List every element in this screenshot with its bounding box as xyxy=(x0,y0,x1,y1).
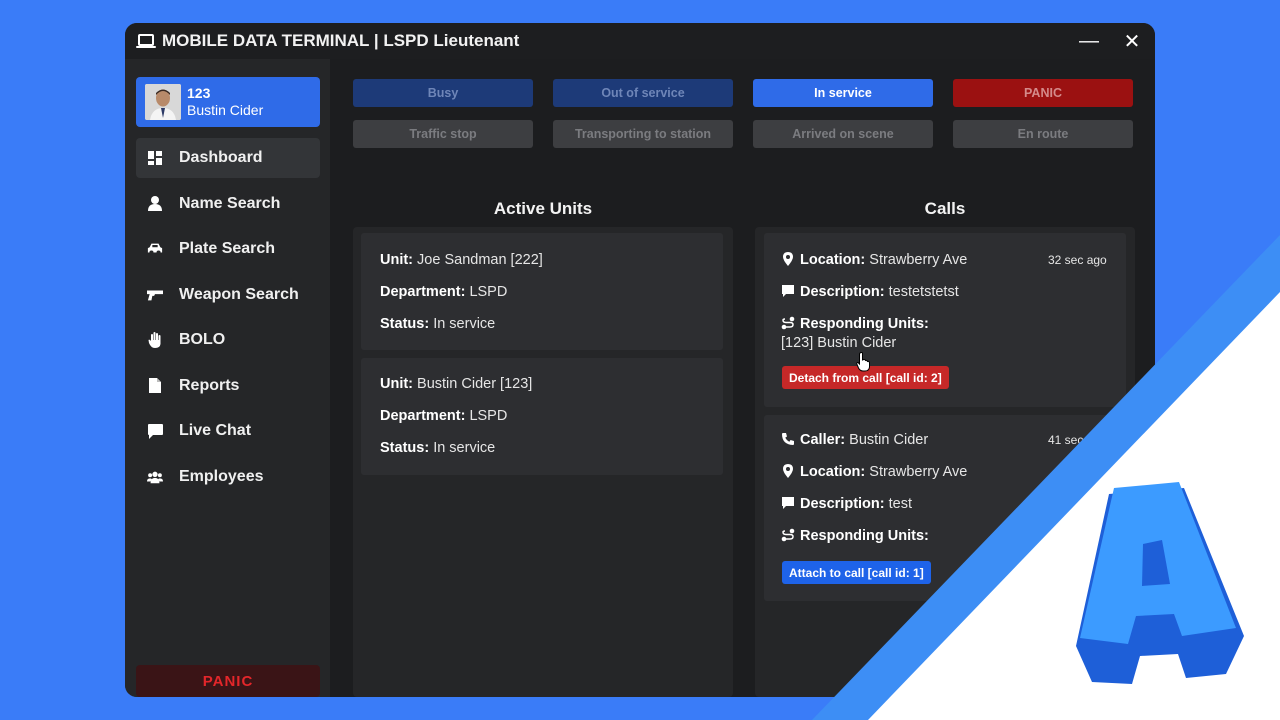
sidebar-item-plate-search[interactable]: Plate Search xyxy=(136,229,320,269)
close-button[interactable]: ✕ xyxy=(1118,27,1146,55)
responding-units-value: [123] Bustin Cider xyxy=(781,335,897,351)
status-label: Status: xyxy=(380,440,430,456)
user-card[interactable]: 123 Bustin Cider xyxy=(136,77,320,127)
status-value: In service xyxy=(433,316,496,332)
description-value: testetstetst xyxy=(888,284,959,300)
responding-label: Responding Units: xyxy=(800,316,929,332)
location-label: Location: xyxy=(800,464,866,480)
status-value: In service xyxy=(433,440,496,456)
status-en-route-button[interactable]: En route xyxy=(953,120,1133,148)
status-traffic-stop-button[interactable]: Traffic stop xyxy=(353,120,533,148)
caller-label: Caller: xyxy=(800,432,846,448)
sidebar-item-label: Weapon Search xyxy=(179,285,299,303)
location-value: Strawberry Ave xyxy=(869,252,968,268)
car-icon xyxy=(147,241,163,257)
close-icon: ✕ xyxy=(1123,30,1141,53)
person-icon xyxy=(147,196,163,212)
file-icon xyxy=(147,378,163,394)
users-icon xyxy=(147,469,163,485)
sidebar-item-label: BOLO xyxy=(179,331,226,348)
sidebar-item-live-chat[interactable]: Live Chat xyxy=(136,411,320,451)
caller-value: Bustin Cider xyxy=(849,432,929,448)
minimize-icon: — xyxy=(1079,29,1099,52)
location-pin-icon xyxy=(783,252,793,266)
brand-logo xyxy=(1076,482,1244,684)
call-time: 32 sec ago xyxy=(1048,253,1107,267)
sidebar-item-label: Live Chat xyxy=(179,422,252,439)
unit-card: Unit: Joe Sandman [222] Department: LSPD… xyxy=(361,233,723,350)
minimize-button[interactable]: — xyxy=(1075,27,1103,55)
status-busy-button[interactable]: Busy xyxy=(353,79,533,107)
sidebar-item-employees[interactable]: Employees xyxy=(136,457,320,497)
dashboard-icon xyxy=(147,150,163,166)
sidebar-item-label: Reports xyxy=(179,376,240,394)
route-icon xyxy=(781,316,795,330)
sidebar-item-reports[interactable]: Reports xyxy=(136,366,320,406)
location-pin-icon xyxy=(783,464,793,478)
sidebar-item-label: Employees xyxy=(179,467,264,485)
active-units-title: Active Units xyxy=(493,199,593,218)
hand-icon xyxy=(147,332,163,348)
sidebar-item-label: Plate Search xyxy=(179,240,276,257)
mdt-window: MOBILE DATA TERMINAL | LSPD Lieutenant —… xyxy=(125,23,1155,697)
sidebar-panic-button[interactable]: PANIC xyxy=(136,665,320,697)
active-units-panel: Unit: Joe Sandman [222] Department: LSPD… xyxy=(353,227,733,697)
unit-value: Joe Sandman [222] xyxy=(417,252,543,268)
description-value: test xyxy=(888,496,912,512)
department-value: LSPD xyxy=(469,284,508,300)
status-in-service-button[interactable]: In service xyxy=(753,79,933,107)
status-arrived-button[interactable]: Arrived on scene xyxy=(753,120,933,148)
chat-icon xyxy=(147,423,163,439)
sidebar-item-dashboard[interactable]: Dashboard xyxy=(136,138,320,178)
comment-icon xyxy=(782,497,794,509)
location-value: Strawberry Ave xyxy=(869,464,968,480)
department-value: LSPD xyxy=(469,408,508,424)
sidebar-item-label: Dashboard xyxy=(179,149,263,166)
description-label: Description: xyxy=(800,284,885,300)
sidebar: 123 Bustin Cider Dashboard Name Search P… xyxy=(125,59,330,697)
window-title: MOBILE DATA TERMINAL | LSPD Lieutenant xyxy=(162,31,520,50)
comment-icon xyxy=(782,285,794,297)
status-panic-button[interactable]: PANIC xyxy=(953,79,1133,107)
status-label: Status: xyxy=(380,316,430,332)
unit-value: Bustin Cider [123] xyxy=(417,376,533,392)
title-bar: MOBILE DATA TERMINAL | LSPD Lieutenant —… xyxy=(125,23,1155,59)
sidebar-nav: Dashboard Name Search Plate Search Weapo… xyxy=(136,138,320,502)
responding-label: Responding Units: xyxy=(800,528,929,544)
sidebar-item-bolo[interactable]: BOLO xyxy=(136,320,320,360)
unit-label: Unit: xyxy=(380,376,414,392)
status-out-of-service-button[interactable]: Out of service xyxy=(553,79,733,107)
avatar xyxy=(145,84,181,120)
laptop-icon xyxy=(136,33,156,49)
hand-cursor-icon xyxy=(856,352,870,372)
calls-title: Calls xyxy=(924,199,966,218)
route-icon xyxy=(781,528,795,542)
description-label: Description: xyxy=(800,496,885,512)
call-time: 41 sec ago xyxy=(1048,433,1107,447)
status-transporting-button[interactable]: Transporting to station xyxy=(553,120,733,148)
user-id: 123 xyxy=(187,85,211,101)
department-label: Department: xyxy=(380,408,466,424)
call-card: Location: Strawberry Ave 32 sec ago Desc… xyxy=(764,233,1126,407)
sidebar-item-weapon-search[interactable]: Weapon Search xyxy=(136,275,320,315)
unit-card: Unit: Bustin Cider [123] Department: LSP… xyxy=(361,358,723,475)
unit-label: Unit: xyxy=(380,252,414,268)
sidebar-item-label: Name Search xyxy=(179,194,281,212)
phone-icon xyxy=(782,433,794,445)
attach-call-button[interactable]: Attach to call [call id: 1] xyxy=(782,561,931,584)
department-label: Department: xyxy=(380,284,466,300)
user-name: Bustin Cider xyxy=(187,102,264,118)
main-content: Busy Out of service In service PANIC Tra… xyxy=(330,59,1155,697)
location-label: Location: xyxy=(800,252,866,268)
sidebar-item-name-search[interactable]: Name Search xyxy=(136,184,320,224)
gun-icon xyxy=(147,287,163,303)
